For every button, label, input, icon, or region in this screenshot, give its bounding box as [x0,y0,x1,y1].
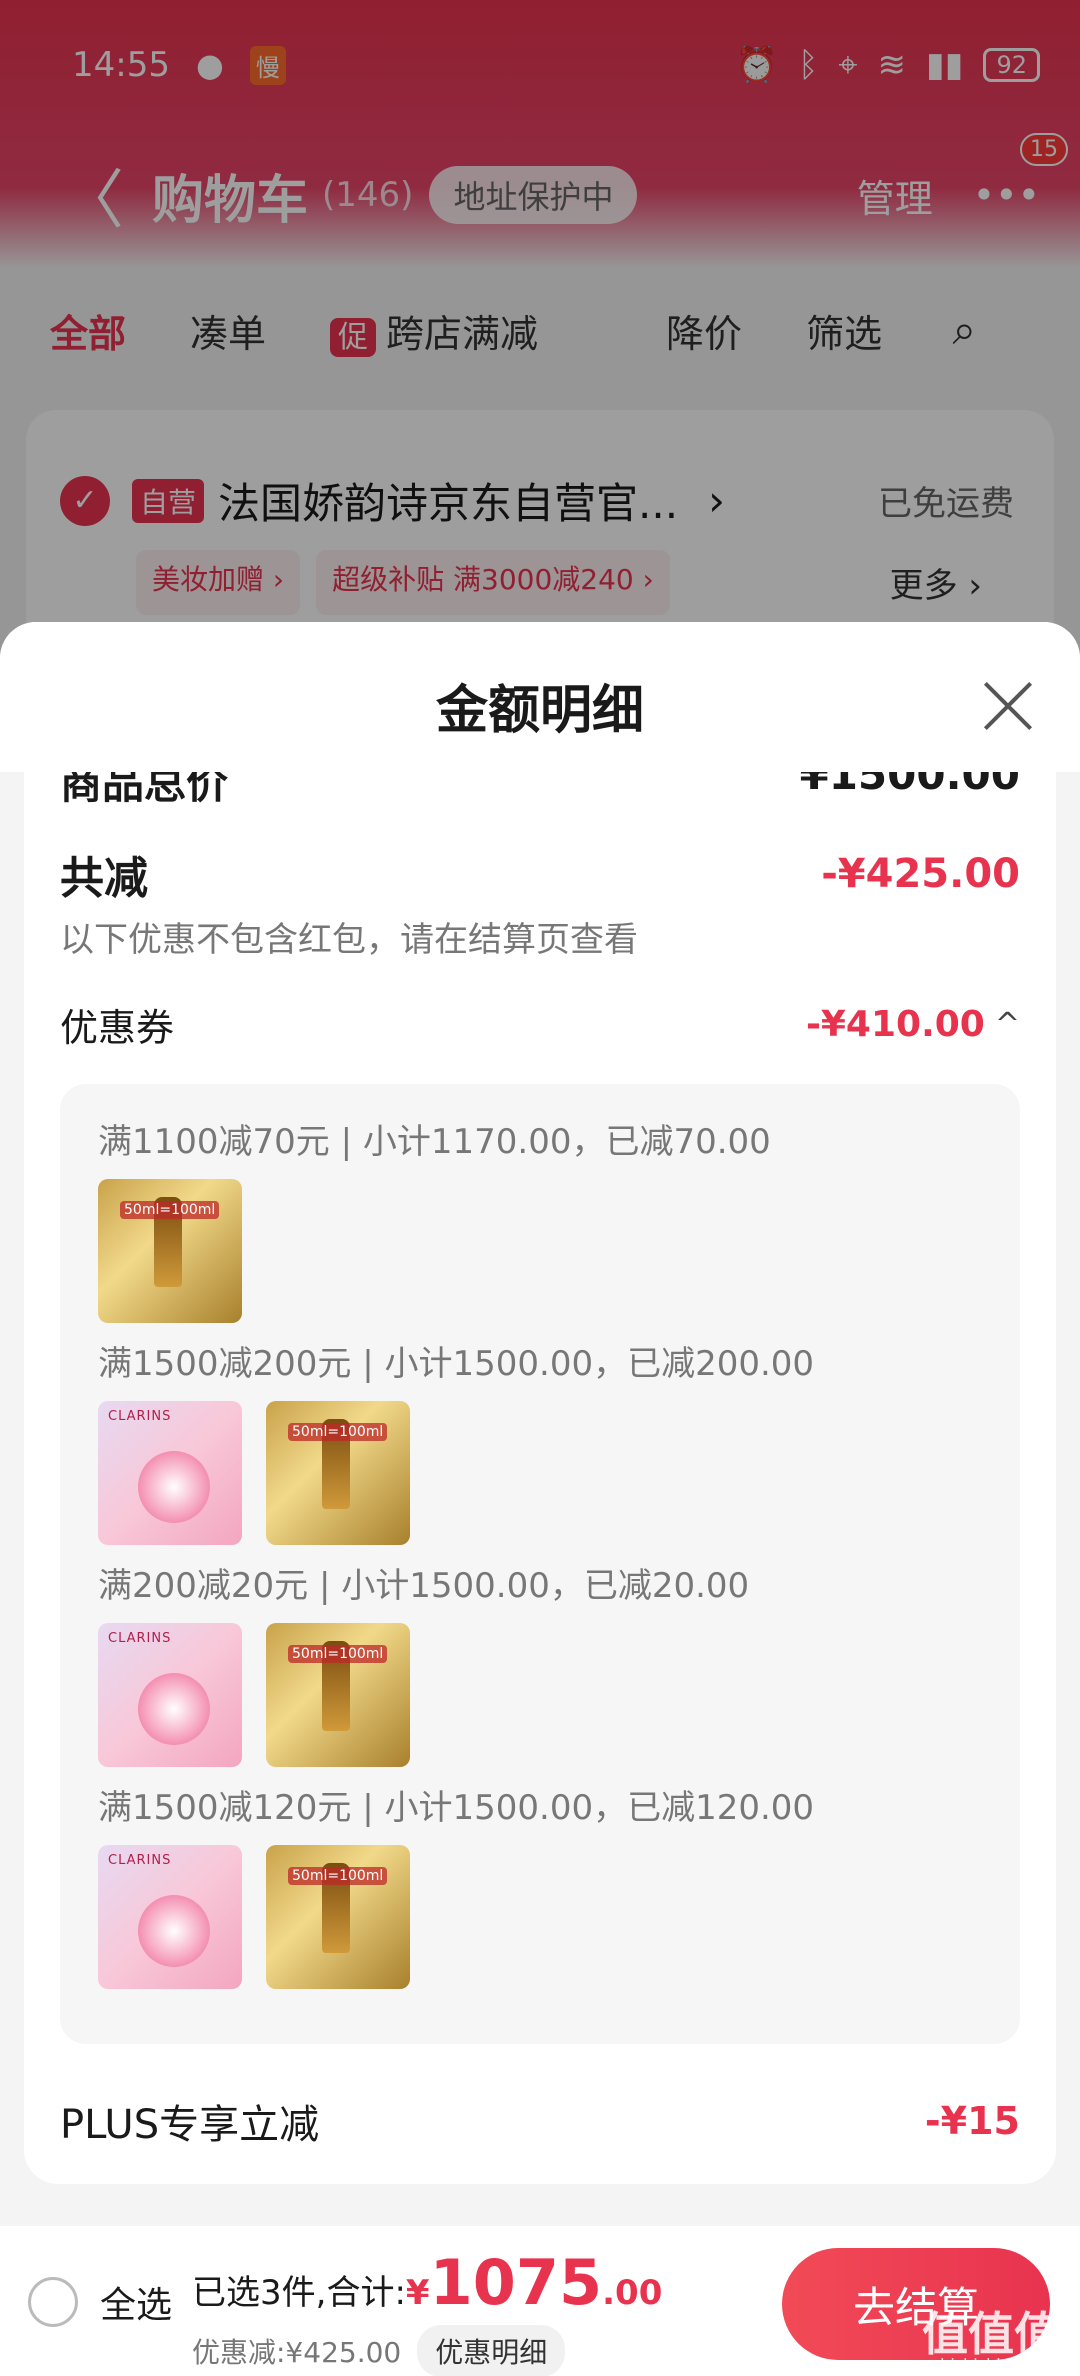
order-summary: 已选3件,合计: ¥ 1075 .00 优惠减:¥425.00 优惠明细 [192,2246,662,2376]
product-thumbnail-vc-serum[interactable] [98,1623,242,1767]
discount-summary: 优惠减:¥425.00 [192,2336,402,2369]
watermark-url: zhizhizhi.com [931,2355,1040,2374]
total-line: 已选3件,合计: ¥ 1075 .00 [192,2246,662,2319]
selected-count-text: 已选3件,合计: [192,2273,406,2313]
discount-line: 优惠减:¥425.00 优惠明细 [192,2325,662,2376]
product-thumbnail-gold-serum[interactable] [266,1401,410,1545]
close-icon[interactable] [976,678,1032,734]
product-thumbnail-gold-serum[interactable] [266,1845,410,1989]
currency-symbol: ¥ [405,2273,430,2313]
sheet-header: 金额明细 [0,622,1080,772]
select-all-toggle[interactable]: 全选 [28,2276,172,2328]
coupon-group-title: 满200减20元 | 小计1500.00，已减20.00 [98,1566,750,1606]
amount-detail-sheet: 金额明细 商品总价 ¥1500.00 共减 -¥425.00 以下优惠不包含红包… [0,622,1080,2376]
subtotal-row: 商品总价 ¥1500.00 [60,772,1020,811]
coupon-group: 满1500减120元 | 小计1500.00，已减120.00 [98,1780,814,1989]
chevron-up-icon[interactable]: ^ [995,1007,1020,1042]
product-thumbnail-gold-serum[interactable] [266,1623,410,1767]
amount-detail-card: 商品总价 ¥1500.00 共减 -¥425.00 以下优惠不包含红包，请在结算… [24,772,1056,2184]
plus-discount-row: PLUS专享立减 -¥15 [60,2092,1020,2150]
checkout-bar: 全选 已选3件,合计: ¥ 1075 .00 优惠减:¥425.00 优惠明细 … [0,2226,1080,2376]
coupon-row[interactable]: 优惠券 -¥410.00 ^ [60,997,1020,1052]
total-discount-row: 共减 -¥425.00 [60,842,1020,906]
select-all-label: 全选 [100,2285,173,2326]
coupon-group-title: 满1100减70元 | 小计1170.00，已减70.00 [98,1122,771,1162]
coupon-product-thumbs [98,1401,814,1545]
coupon-label: 优惠券 [60,1006,175,1050]
coupon-breakdown: 满1100减70元 | 小计1170.00，已减70.00 满1500减200元… [60,1084,1020,2044]
coupon-product-thumbs [98,1179,771,1323]
sheet-title: 金额明细 [435,681,644,741]
plus-discount-amount: -¥15 [924,2099,1020,2143]
subtotal-label: 商品总价 [60,772,229,808]
total-discount-label: 共减 [60,853,148,904]
total-discount-amount: -¥425.00 [821,851,1020,897]
coupon-group: 满1500减200元 | 小计1500.00，已减200.00 [98,1336,814,1545]
coupon-group: 满1100减70元 | 小计1170.00，已减70.00 [98,1114,771,1323]
discount-detail-button[interactable]: 优惠明细 [417,2325,566,2376]
total-price: 1075 [429,2246,603,2319]
product-thumbnail-vc-serum[interactable] [98,1845,242,1989]
coupon-group-title: 满1500减120元 | 小计1500.00，已减120.00 [98,1788,815,1828]
discount-note: 以下优惠不包含红包，请在结算页查看 [60,920,638,960]
subtotal-amount: ¥1500.00 [799,772,1020,799]
product-thumbnail-vc-serum[interactable] [98,1401,242,1545]
coupon-amount: -¥410.00 [805,1004,985,1045]
coupon-product-thumbs [98,1623,749,1767]
coupon-group: 满200减20元 | 小计1500.00，已减20.00 [98,1558,749,1767]
plus-discount-label: PLUS专享立减 [60,2102,320,2148]
select-all-radio[interactable] [28,2277,78,2327]
product-thumbnail-gold-serum[interactable] [98,1179,242,1323]
coupon-group-title: 满1500减200元 | 小计1500.00，已减200.00 [98,1344,815,1384]
total-price-cents: .00 [602,2273,663,2313]
coupon-product-thumbs [98,1845,814,1989]
